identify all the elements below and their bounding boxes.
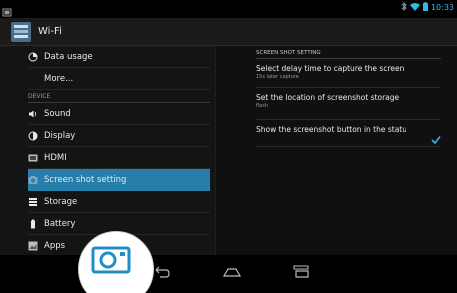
home-icon[interactable]: [221, 264, 243, 280]
pref-title: Set the location of screenshot storage: [256, 93, 400, 102]
status-icons: 10:33: [401, 1, 454, 13]
wifi-icon: [409, 2, 420, 13]
speaker-icon: [28, 109, 38, 119]
status-bar: 10:33: [0, 0, 457, 18]
pref-title: Select delay time to capture the screen: [256, 64, 405, 73]
page-title: Wi-Fi: [38, 26, 62, 37]
pref-summary: 15s later capture: [256, 74, 299, 80]
clock: 10:33: [430, 3, 454, 12]
brightness-icon: [28, 131, 38, 141]
screen-shot-settings-pane: SCREEN SHOT SETTING Select delay time to…: [216, 46, 457, 255]
settings-item-label: Screen shot setting: [44, 174, 127, 185]
settings-item-label: Sound: [44, 108, 71, 119]
recents-icon[interactable]: [290, 264, 312, 280]
battery-icon: [28, 219, 38, 229]
pref-storage-location[interactable]: Set the location of screenshot storage f…: [256, 93, 441, 120]
settings-item-sound[interactable]: Sound: [28, 103, 210, 125]
pref-title: Show the screenshot button in the status…: [256, 125, 406, 134]
pref-delay-time[interactable]: Select delay time to capture the screen …: [256, 64, 441, 88]
pref-summary: flash: [256, 103, 268, 109]
camera-icon: [91, 242, 131, 274]
settings-item-label: Apps: [44, 240, 66, 251]
settings-app-icon[interactable]: [10, 21, 32, 43]
settings-item-label: Storage: [44, 196, 78, 207]
apps-icon: [28, 241, 38, 251]
pref-show-statusbar-button[interactable]: Show the screenshot button in the status…: [256, 125, 441, 147]
settings-item-label: Display: [44, 130, 76, 141]
settings-item-hdmi[interactable]: HDMI: [28, 147, 210, 169]
settings-item-display[interactable]: Display: [28, 125, 210, 147]
settings-item-data-usage[interactable]: Data usage: [28, 46, 210, 68]
back-icon[interactable]: [151, 264, 173, 280]
settings-list[interactable]: Data usage More... DEVICE Sound Display …: [0, 46, 215, 255]
notification-icon: [2, 3, 12, 17]
settings-item-screen-shot-setting[interactable]: Screen shot setting: [28, 169, 210, 191]
navigation-bar: [0, 255, 457, 293]
settings-item-label: Data usage: [44, 51, 93, 62]
settings-item-label: Battery: [44, 218, 76, 229]
storage-icon: [28, 197, 38, 207]
bluetooth-icon: [401, 1, 407, 13]
hdmi-icon: [28, 153, 38, 163]
settings-item-label: More...: [44, 73, 74, 84]
settings-item-label: HDMI: [44, 152, 67, 163]
settings-item-more[interactable]: More...: [28, 68, 210, 90]
screenshot-icon: [28, 175, 38, 185]
action-bar: Wi-Fi: [0, 18, 457, 46]
checkbox-checked-icon[interactable]: [431, 130, 441, 145]
pane-header: SCREEN SHOT SETTING: [256, 47, 441, 59]
settings-item-storage[interactable]: Storage: [28, 191, 210, 213]
data-usage-icon: [28, 52, 38, 62]
battery-icon: [422, 2, 428, 13]
section-header-device: DEVICE: [28, 89, 210, 103]
